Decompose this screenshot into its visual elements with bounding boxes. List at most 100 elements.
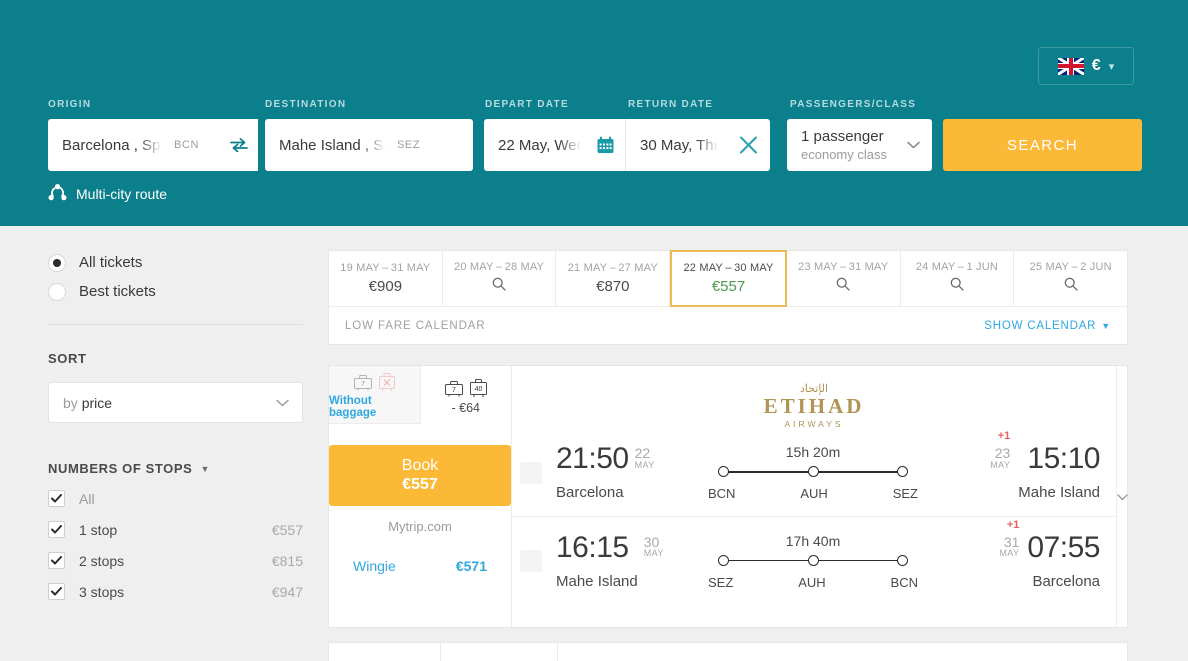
destination-input[interactable]: Mahe Island , Seychelles SEZ bbox=[265, 119, 473, 171]
search-icon bbox=[1064, 277, 1078, 296]
date-range: 23 MAY – 31 MAY bbox=[798, 261, 889, 273]
low-fare-calendar-label: LOW FARE CALENDAR bbox=[345, 319, 486, 332]
date-range: 21 MAY – 27 MAY bbox=[567, 262, 658, 274]
carry-on-bag-icon: 7 bbox=[353, 375, 372, 391]
label-depart: DEPART DATE bbox=[485, 99, 569, 110]
radio-icon-selected bbox=[48, 253, 66, 272]
date-cell-5[interactable]: 24 MAY – 1 JUN bbox=[901, 251, 1015, 306]
passenger-class: economy class bbox=[801, 147, 887, 162]
passengers-class-selector[interactable]: 1 passenger economy class bbox=[787, 119, 932, 171]
date-cell-3-selected[interactable]: 22 MAY – 30 MAY €557 bbox=[670, 250, 787, 307]
date-cell-6[interactable]: 25 MAY – 2 JUN bbox=[1014, 251, 1127, 306]
baggage-tab-without[interactable]: 7 Without baggage bbox=[329, 366, 421, 424]
return-dep-time: 16:15 bbox=[556, 530, 629, 564]
other-agency-row[interactable]: Wingie €571 bbox=[329, 558, 511, 574]
date-range: 25 MAY – 2 JUN bbox=[1029, 261, 1112, 273]
swap-icon[interactable] bbox=[230, 138, 248, 153]
airline-logo-placeholder bbox=[520, 461, 542, 484]
book-label: Book bbox=[401, 457, 439, 474]
search-form: Barcelona , Spain BCN Mahe Island , Seyc… bbox=[48, 119, 1142, 171]
baggage-with-price: - €64 bbox=[451, 400, 481, 415]
return-arr-time: 07:55 bbox=[1027, 530, 1100, 564]
return-arr-date: +1 31 MAY bbox=[999, 519, 1020, 559]
sort-select[interactable]: by price bbox=[48, 382, 303, 423]
return-dep-month: MAY bbox=[643, 548, 664, 559]
outbound-route-line bbox=[718, 466, 908, 478]
origin-value: Barcelona , Spain bbox=[62, 136, 166, 154]
stops-1stop-price: €557 bbox=[271, 521, 303, 538]
stops-filter-all[interactable]: All bbox=[48, 490, 303, 507]
flight-result-card: 7 Without baggage 7 40 - €64 Book €557 M… bbox=[328, 365, 1128, 628]
outbound-dep-time: 21:50 bbox=[556, 442, 629, 475]
return-route: 17h 40m SEZ AUH BCN bbox=[702, 533, 924, 590]
sort-prefix: by bbox=[63, 394, 82, 411]
origin-input[interactable]: Barcelona , Spain BCN bbox=[48, 119, 258, 171]
sort-value: price bbox=[81, 394, 113, 411]
filter-all-tickets[interactable]: All tickets bbox=[48, 248, 303, 277]
origin-iata: BCN bbox=[174, 139, 200, 151]
expand-details-button[interactable] bbox=[1116, 366, 1128, 627]
checkbox-checked-icon bbox=[48, 521, 65, 538]
return-code-2: BCN bbox=[890, 574, 918, 590]
stops-filter-header[interactable]: NUMBERS OF STOPS ▼ bbox=[48, 461, 303, 476]
outbound-dep-date: 22 MAY bbox=[635, 446, 655, 470]
return-date-input[interactable]: 30 May, Thu bbox=[626, 119, 770, 171]
field-labels: ORIGIN DESTINATION DEPART DATE RETURN DA… bbox=[48, 99, 1140, 115]
stops-filter-2stops[interactable]: 2 stops €815 bbox=[48, 552, 303, 569]
date-cell-1[interactable]: 20 MAY – 28 MAY bbox=[443, 251, 557, 306]
outbound-arr-date: +1 23 MAY bbox=[990, 430, 1010, 470]
date-cell-4[interactable]: 23 MAY – 31 MAY bbox=[787, 251, 901, 306]
destination-iata: SEZ bbox=[397, 139, 421, 151]
return-leg[interactable]: 16:15 Mahe Island 30 MAY 17h 40m SEZ AUH… bbox=[512, 517, 1116, 605]
checkbox-checked-icon bbox=[48, 552, 65, 569]
stops-1stop-label: 1 stop bbox=[79, 521, 118, 538]
calendar-icon[interactable] bbox=[597, 136, 614, 154]
return-arr-day: 31 bbox=[1003, 533, 1020, 550]
airline-logo: الإتحاد ETIHAD AIRWAYS bbox=[512, 366, 1116, 429]
svg-text:40: 40 bbox=[474, 386, 482, 393]
stops-filter-1stop[interactable]: 1 stop €557 bbox=[48, 521, 303, 538]
date-cell-2[interactable]: 21 MAY – 27 MAY €870 bbox=[556, 251, 671, 306]
next-flight-result-card[interactable] bbox=[328, 642, 1128, 661]
return-dep-city: Mahe Island bbox=[556, 572, 638, 590]
baggage-icons-without: 7 bbox=[353, 370, 395, 392]
airline-logo-placeholder bbox=[520, 550, 542, 572]
date-cell-0[interactable]: 19 MAY – 31 MAY €909 bbox=[329, 251, 443, 306]
baggage-tab-with[interactable]: 7 40 - €64 bbox=[420, 366, 511, 424]
stops-3stops-label: 3 stops bbox=[79, 583, 125, 600]
depart-date-input[interactable]: 22 May, Wed bbox=[484, 119, 626, 171]
filter-best-tickets-label: Best tickets bbox=[79, 283, 156, 300]
return-departure: 16:15 Mahe Island 30 MAY bbox=[556, 530, 702, 590]
multi-city-label: Multi-city route bbox=[76, 186, 168, 202]
other-agency-price: €571 bbox=[455, 558, 487, 574]
currency-label: € bbox=[1091, 57, 1101, 74]
route-node-origin bbox=[718, 466, 729, 477]
search-header: € ▾ ORIGIN DESTINATION DEPART DATE RETUR… bbox=[0, 0, 1188, 226]
stops-filter-3stops[interactable]: 3 stops €947 bbox=[48, 583, 303, 600]
sort-title: SORT bbox=[48, 351, 87, 366]
outbound-departure: 21:50 Barcelona 22 MAY bbox=[556, 442, 702, 502]
filter-all-tickets-label: All tickets bbox=[79, 254, 143, 271]
book-button[interactable]: Book €557 bbox=[329, 445, 511, 506]
stops-title: NUMBERS OF STOPS bbox=[48, 461, 193, 476]
chevron-down-icon: ▾ bbox=[1108, 60, 1115, 73]
baggage-without-label: Without baggage bbox=[329, 395, 377, 419]
return-route-line bbox=[718, 554, 908, 567]
multi-city-route-link[interactable]: Multi-city route bbox=[48, 184, 167, 204]
svg-text:7: 7 bbox=[452, 387, 456, 394]
return-dep-day: 30 bbox=[643, 533, 660, 550]
label-return: RETURN DATE bbox=[628, 99, 714, 110]
outbound-dep-city: Barcelona bbox=[556, 484, 624, 501]
date-range: 22 MAY – 30 MAY bbox=[683, 262, 774, 274]
show-calendar-link[interactable]: SHOW CALENDAR ▼ bbox=[984, 320, 1111, 332]
baggage-icons-with: 7 40 bbox=[444, 376, 487, 398]
low-fare-calendar-row: LOW FARE CALENDAR SHOW CALENDAR ▼ bbox=[329, 306, 1127, 344]
baggage-options: 7 Without baggage 7 40 - €64 bbox=[329, 366, 511, 424]
filter-best-tickets[interactable]: Best tickets bbox=[48, 277, 303, 306]
return-dep-date: 30 MAY bbox=[643, 533, 664, 559]
language-currency-selector[interactable]: € ▾ bbox=[1038, 47, 1134, 85]
outbound-leg[interactable]: 21:50 Barcelona 22 MAY 15h 20m BCN AUH S… bbox=[512, 429, 1116, 517]
return-code-1: AUH bbox=[798, 574, 826, 590]
close-icon[interactable] bbox=[739, 136, 758, 155]
search-button[interactable]: SEARCH bbox=[943, 119, 1142, 171]
